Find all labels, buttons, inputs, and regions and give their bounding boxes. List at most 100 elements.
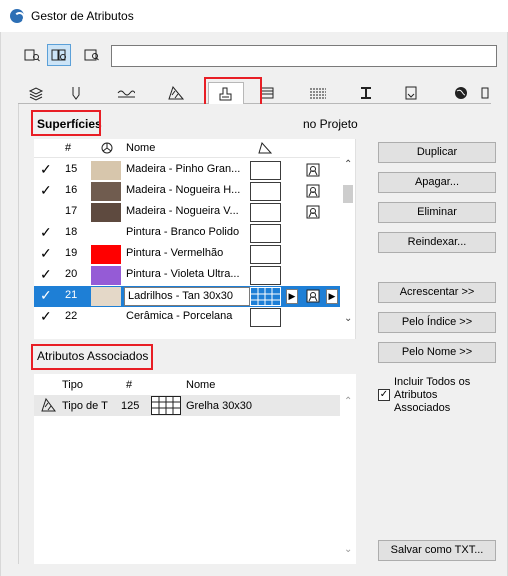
table-row[interactable]: ✓ 16 Madeira - Nogueira H... [34, 181, 340, 202]
in-project-label: no Projeto [303, 117, 358, 131]
in-project-icon [306, 184, 320, 201]
tab-building-materials[interactable] [348, 82, 384, 104]
delete-button[interactable]: Apagar... [378, 172, 496, 193]
tab-overflow[interactable] [478, 82, 491, 104]
scroll-thumb[interactable] [343, 185, 353, 203]
by-index-button[interactable]: Pelo Índice >> [378, 312, 496, 333]
reindex-button[interactable]: Reindexar... [378, 232, 496, 253]
globe-icon [455, 87, 467, 99]
append-button[interactable]: Acrescentar >> [378, 282, 496, 303]
row-check-icon[interactable]: ✓ [40, 287, 52, 304]
row-check-icon[interactable]: ✓ [40, 224, 52, 241]
vectorial-hatch-cell[interactable] [250, 245, 281, 264]
list-item[interactable]: Tipo de T 125 Grelha 30x30 [34, 395, 340, 416]
eliminate-button[interactable]: Eliminar [378, 202, 496, 223]
fill-icon [168, 85, 185, 100]
tab-pens[interactable] [58, 82, 94, 104]
surface-name: Pintura - Violeta Ultra... [126, 268, 240, 280]
grid-fill-icon [151, 396, 181, 418]
table-row[interactable]: ✓ 20 Pintura - Violeta Ultra... [34, 265, 340, 286]
surfaces-list-header: # Nome [34, 139, 340, 158]
row-check-icon[interactable]: ✓ [40, 266, 52, 283]
include-all-checkbox[interactable]: ✓ [378, 389, 390, 401]
fill-icon [258, 142, 273, 154]
vectorial-hatch-cell[interactable] [250, 308, 281, 327]
window-title: Gestor de Atributos [31, 9, 134, 23]
view-mode-right-button[interactable] [80, 44, 104, 66]
vectorial-hatch-cell[interactable] [250, 224, 281, 243]
view-right-icon [84, 49, 99, 61]
tab-fills[interactable] [158, 82, 194, 104]
project-menu-arrow-icon[interactable]: ▶ [326, 289, 338, 304]
vectorial-hatch-cell[interactable] [250, 287, 281, 306]
scroll-up-icon[interactable]: ⌃ [344, 396, 352, 407]
surface-color-swatch [91, 161, 121, 180]
row-check-icon[interactable]: ✓ [40, 161, 52, 178]
row-number: 15 [65, 163, 78, 175]
num-column-header[interactable]: # [65, 142, 71, 154]
view-mode-both-button[interactable] [47, 44, 71, 66]
surface-name[interactable]: Ladrilhos - Tan 30x30 [124, 287, 250, 306]
table-row[interactable]: ✓ 22 Cerâmica - Porcelana [34, 307, 340, 328]
scroll-down-icon[interactable]: ⌄ [344, 313, 352, 324]
assoc-name-column-header[interactable]: Nome [186, 379, 215, 391]
save-as-txt-button[interactable]: Salvar como TXT... [378, 540, 496, 561]
vectorial-hatch-cell[interactable] [250, 203, 281, 222]
name-column-header[interactable]: Nome [126, 142, 155, 154]
search-input[interactable] [111, 45, 497, 67]
row-number: 21 [65, 289, 78, 301]
scroll-up-icon[interactable]: ⌃ [344, 159, 352, 170]
view-mode-left-button[interactable] [20, 44, 44, 66]
surface-name: Madeira - Nogueira H... [126, 184, 241, 196]
associated-label-highlight [31, 344, 153, 370]
layers-icon [28, 87, 44, 101]
assoc-num: 125 [121, 400, 140, 412]
profile-icon [310, 88, 326, 99]
surface-name: Pintura - Vermelhão [126, 247, 224, 259]
associated-scrollbar[interactable]: ⌃ ⌄ [340, 374, 356, 564]
include-all-label: Incluir Todos os Atributos Associados [394, 376, 471, 414]
by-name-button[interactable]: Pelo Nome >> [378, 342, 496, 363]
surface-name: Madeira - Nogueira V... [126, 205, 239, 217]
fill-type-icon [40, 397, 56, 416]
row-check-icon[interactable]: ✓ [40, 245, 52, 262]
surfaces-list[interactable]: # Nome ✓ 15 Madeira - Pinho Gran... ✓ 16 Made… [34, 139, 356, 339]
assoc-name: Grelha 30x30 [186, 400, 253, 412]
more-tabs-icon [481, 87, 488, 99]
tab-mep[interactable] [443, 82, 479, 104]
row-number: 19 [65, 247, 78, 259]
row-number: 18 [65, 226, 78, 238]
row-check-icon[interactable]: ✓ [40, 308, 52, 325]
table-row[interactable]: ✓ 18 Pintura - Branco Polido [34, 223, 340, 244]
fill-column-header[interactable] [258, 142, 273, 157]
vectorial-hatch-cell[interactable] [250, 182, 281, 201]
tab-line-types[interactable] [108, 82, 144, 104]
row-check-icon[interactable]: ✓ [40, 182, 52, 199]
assoc-type: Tipo de T [62, 400, 108, 412]
table-row[interactable]: ✓ 19 Pintura - Vermelhão [34, 244, 340, 265]
type-column-header[interactable]: Tipo [62, 379, 83, 391]
associated-list[interactable]: Tipo # Nome Tipo de T 125 Grelha 30x30 ⌃… [34, 374, 356, 564]
fill-menu-arrow-icon[interactable]: ▶ [286, 289, 298, 304]
tab-zones[interactable] [393, 82, 429, 104]
color-column-header[interactable] [101, 142, 113, 157]
title-bar: Gestor de Atributos [0, 0, 508, 32]
scroll-down-icon[interactable]: ⌄ [344, 544, 352, 555]
surfaces-scrollbar[interactable]: ⌃ ⌄ [340, 139, 355, 339]
table-row[interactable]: 17 Madeira - Nogueira V... [34, 202, 340, 223]
surface-color-swatch [91, 245, 121, 264]
tab-profiles[interactable] [300, 82, 336, 104]
pen-icon [72, 87, 80, 100]
assoc-num-column-header[interactable]: # [126, 379, 132, 391]
tab-layers[interactable] [18, 82, 54, 104]
surface-name: Pintura - Branco Polido [126, 226, 240, 238]
table-row[interactable]: ✓ 21 Ladrilhos - Tan 30x30 ▶ ▶ [34, 286, 340, 307]
vectorial-hatch-cell[interactable] [250, 266, 281, 285]
table-row[interactable]: ✓ 15 Madeira - Pinho Gran... [34, 160, 340, 181]
vectorial-hatch-cell[interactable] [250, 161, 281, 180]
row-number: 16 [65, 184, 78, 196]
line-type-icon [117, 90, 135, 98]
duplicate-button[interactable]: Duplicar [378, 142, 496, 163]
archicad-app-icon [10, 9, 25, 23]
surface-color-swatch [91, 182, 121, 201]
